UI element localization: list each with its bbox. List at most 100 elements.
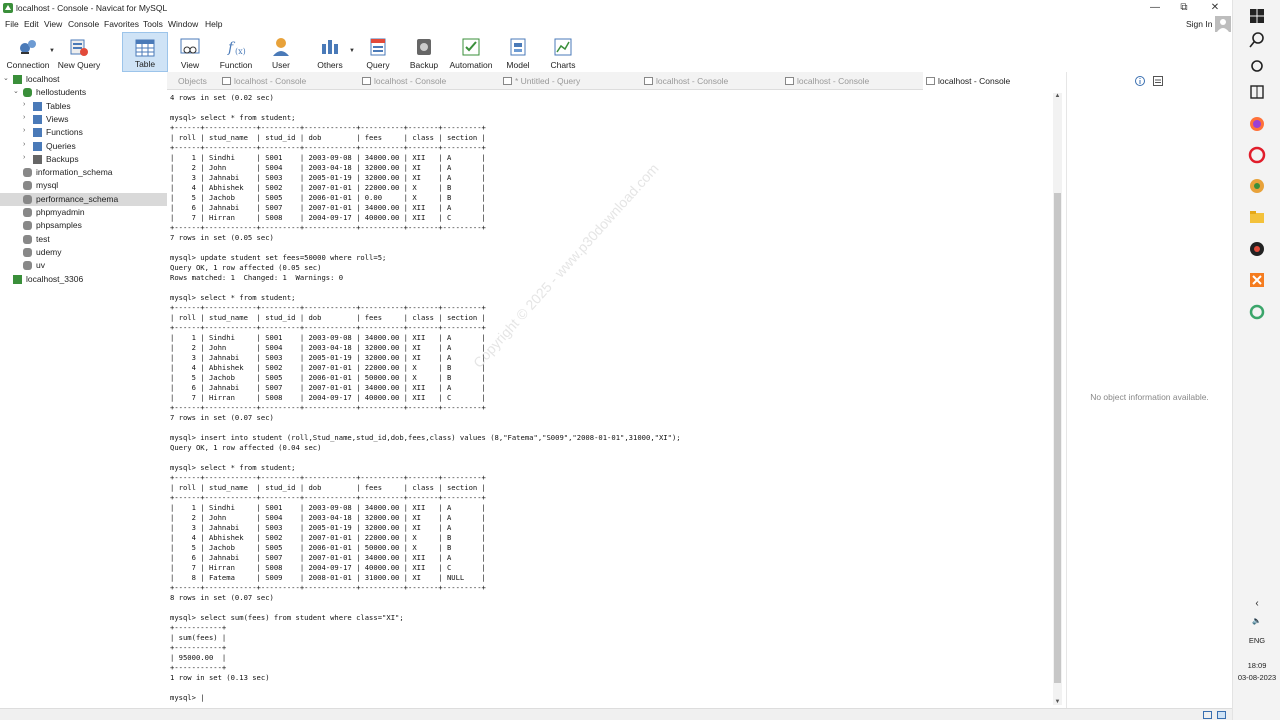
language-indicator[interactable]: ENG (1233, 636, 1280, 645)
tree-item-phpsamples[interactable]: phpsamples (0, 219, 167, 232)
database-icon (23, 194, 32, 204)
tree-item-mysql[interactable]: mysql (0, 179, 167, 192)
view-icon (33, 114, 42, 124)
menu-favorites[interactable]: Favorites (104, 19, 139, 29)
menu-console[interactable]: Console (68, 19, 99, 29)
query-tab-icon (503, 77, 512, 85)
clock-time[interactable]: 18:09 (1233, 661, 1280, 670)
tab-objects[interactable]: Objects (167, 72, 219, 90)
console-output[interactable]: 4 rows in set (0.02 sec) mysql> select *… (170, 93, 1052, 705)
automation-icon (462, 38, 480, 56)
console-icon (644, 77, 653, 85)
tree-item-performance-schema[interactable]: performance_schema (0, 192, 167, 206)
detail-view-icon[interactable] (1217, 711, 1226, 719)
task-view-icon[interactable] (1247, 56, 1267, 76)
query-button[interactable]: Query (358, 32, 398, 72)
tree-item-label: Views (46, 113, 69, 124)
menu-edit[interactable]: Edit (24, 19, 39, 29)
table-icon (33, 101, 42, 111)
minimize-icon[interactable]: — (1148, 1, 1162, 15)
menu-file[interactable]: File (5, 19, 19, 29)
clock-date[interactable]: 03-08-2023 (1233, 673, 1280, 682)
scroll-up-icon[interactable]: ▲ (1053, 93, 1062, 99)
chrome-icon[interactable] (1247, 176, 1267, 196)
scrollbar-thumb[interactable] (1054, 193, 1061, 683)
collapse-chevron-icon[interactable]: › (23, 127, 25, 134)
xampp-icon[interactable] (1247, 270, 1267, 290)
collapse-chevron-icon[interactable]: › (23, 154, 25, 161)
user-avatar-icon[interactable] (1215, 16, 1231, 32)
sign-in-link[interactable]: Sign In (1186, 19, 1212, 29)
tab-console-4[interactable]: localhost - Console (782, 72, 922, 90)
tab-console-active[interactable]: localhost - Console (923, 72, 1062, 90)
database-icon (23, 208, 32, 217)
query-icon (370, 38, 386, 56)
connection-dropdown-icon[interactable]: ▼ (49, 48, 55, 54)
expand-chevron-icon[interactable]: ⌄ (3, 74, 9, 82)
app-icon-red[interactable] (1247, 239, 1267, 259)
backup-button[interactable]: Backup (404, 32, 444, 72)
list-view-icon[interactable] (1203, 711, 1212, 719)
collapse-chevron-icon[interactable]: › (23, 101, 25, 108)
tree-item-tables[interactable]: › Tables (0, 100, 167, 113)
tree-item-localhost[interactable]: ⌄ localhost (0, 73, 167, 86)
tab-untitled-query[interactable]: * Untitled - Query (500, 72, 640, 90)
tab-console-3[interactable]: localhost - Console (641, 72, 781, 90)
user-button[interactable]: User (262, 32, 300, 72)
chevron-left-icon[interactable]: ‹ (1233, 598, 1280, 609)
navicat-taskbar-icon[interactable] (1247, 302, 1267, 322)
others-button[interactable]: Others (310, 32, 350, 72)
tree-item-label: udemy (36, 246, 62, 257)
backup-icon (33, 154, 42, 164)
tree-item-localhost-3306[interactable]: localhost_3306 (0, 273, 167, 286)
tab-console-2[interactable]: localhost - Console (359, 72, 499, 90)
automation-button[interactable]: Automation (446, 32, 496, 72)
search-icon[interactable] (1247, 30, 1267, 50)
tree-item-backups[interactable]: › Backups (0, 153, 167, 166)
tree-item-information-schema[interactable]: information_schema (0, 166, 167, 179)
restore-icon[interactable]: ⧉ (1177, 1, 1191, 15)
close-icon[interactable]: ✕ (1208, 1, 1222, 15)
object-info-panel: No object information available. (1066, 72, 1232, 708)
volume-icon[interactable]: 🔈 (1233, 616, 1280, 625)
model-button[interactable]: Model (498, 32, 538, 72)
menu-window[interactable]: Window (168, 19, 198, 29)
others-dropdown-icon[interactable]: ▼ (349, 48, 355, 54)
file-explorer-icon[interactable] (1247, 207, 1267, 227)
function-button[interactable]: f (x) Function (214, 32, 258, 72)
tree-item-udemy[interactable]: udemy (0, 246, 167, 259)
connection-button[interactable]: Connection (4, 32, 52, 72)
opera-icon[interactable] (1247, 145, 1267, 165)
info-icon[interactable] (1135, 76, 1145, 86)
windows-start-icon[interactable] (1247, 6, 1267, 26)
tree-item-label: mysql (36, 180, 59, 191)
menu-help[interactable]: Help (205, 19, 222, 29)
tree-item-label: phpsamples (36, 220, 82, 231)
tree-item-test[interactable]: test (0, 233, 167, 246)
tab-console-1[interactable]: localhost - Console (219, 72, 359, 90)
view-button[interactable]: View (170, 32, 210, 72)
tree-item-views[interactable]: › Views (0, 113, 167, 126)
widgets-icon[interactable] (1247, 82, 1267, 102)
menu-view[interactable]: View (44, 19, 62, 29)
scroll-down-icon[interactable]: ▼ (1053, 699, 1062, 705)
tree-item-label: information_schema (36, 167, 113, 178)
charts-button[interactable]: Charts (543, 32, 583, 72)
tree-item-functions[interactable]: › Functions (0, 126, 167, 139)
tree-item-hellostudents[interactable]: ⌄ hellostudents (0, 86, 167, 99)
firefox-icon[interactable] (1247, 114, 1267, 134)
tree-item-queries[interactable]: › Queries (0, 140, 167, 153)
menu-tools[interactable]: Tools (143, 19, 163, 29)
tree-item-uv[interactable]: uv (0, 259, 167, 272)
table-button[interactable]: Table (122, 32, 168, 72)
others-icon (322, 40, 338, 54)
tree-item-phpmyadmin[interactable]: phpmyadmin (0, 206, 167, 219)
charts-icon (554, 38, 572, 56)
menu-bar: File Edit View Console Favorites Tools W… (0, 16, 1232, 32)
collapse-chevron-icon[interactable]: › (23, 114, 25, 121)
collapse-chevron-icon[interactable]: › (23, 141, 25, 148)
expand-chevron-icon[interactable]: ⌄ (13, 87, 19, 95)
ddl-icon[interactable] (1153, 76, 1163, 86)
console-scrollbar[interactable]: ▲ ▼ (1053, 93, 1062, 705)
new-query-button[interactable]: New Query (56, 32, 102, 72)
